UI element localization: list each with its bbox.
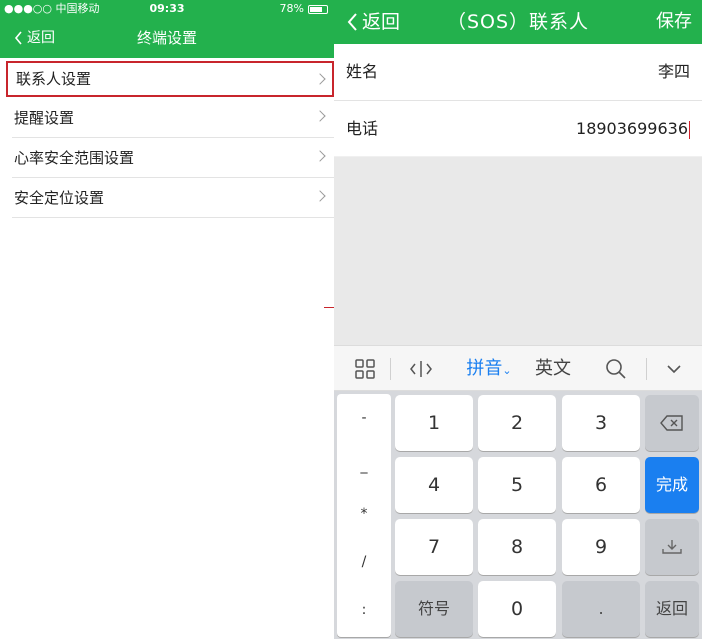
key-3[interactable]: 3 (562, 395, 640, 451)
battery-icon (308, 4, 328, 14)
key-6[interactable]: 6 (562, 457, 640, 513)
phone-label: 电话 (346, 119, 379, 138)
symbol-switch-key[interactable]: 符号 (395, 581, 473, 637)
settings-menu: 联系人设置 提醒设置 心率安全范围设置 安全定位设置 (0, 58, 334, 218)
contact-form: 姓名 李四 电话 18903699636 (334, 44, 702, 156)
pinyin-tab[interactable]: 拼音⌄ (458, 346, 520, 392)
symbol-key[interactable]: _ (337, 442, 391, 490)
key-5[interactable]: 5 (478, 457, 556, 513)
key-1[interactable]: 1 (395, 395, 473, 451)
menu-item-reminder[interactable]: 提醒设置 (12, 98, 334, 138)
battery-percent: 78% (279, 2, 304, 15)
right-screen: 返回 （SOS）联系人 保存 姓名 李四 电话 18903699636 拼音⌄ … (334, 0, 702, 639)
menu-item-contacts[interactable]: 联系人设置 (6, 61, 334, 97)
collapse-keyboard-icon[interactable] (660, 346, 688, 392)
phone-row[interactable]: 电话 18903699636 (334, 100, 702, 156)
grid-icon[interactable] (348, 346, 382, 392)
nav-bar: 返回 终端设置 (0, 18, 334, 58)
symbol-column: - _ * / : (337, 394, 391, 637)
menu-item-label: 安全定位设置 (14, 189, 105, 207)
key-8[interactable]: 8 (478, 519, 556, 575)
backspace-icon (660, 415, 683, 431)
name-row[interactable]: 姓名 李四 (334, 44, 702, 100)
toolbar-divider (646, 358, 647, 380)
save-button[interactable]: 保存 (656, 0, 692, 44)
enter-icon (662, 540, 682, 554)
key-2[interactable]: 2 (478, 395, 556, 451)
toolbar-divider (390, 358, 391, 380)
symbol-key[interactable]: - (337, 394, 391, 442)
key-0[interactable]: 0 (478, 581, 556, 637)
name-label: 姓名 (346, 62, 379, 81)
symbol-key[interactable]: : (337, 586, 391, 634)
left-screen: ●●●○○ 中国移动 09:33 78% 返回 终端设置 联系人设置 提醒设置 … (0, 0, 334, 639)
dot-key[interactable]: . (562, 581, 640, 637)
menu-item-label: 心率安全范围设置 (14, 149, 135, 167)
chevron-right-icon (314, 110, 326, 122)
return-key[interactable]: 返回 (645, 581, 699, 637)
name-field[interactable]: 李四 (658, 44, 690, 100)
done-key[interactable]: 完成 (645, 457, 699, 513)
key-7[interactable]: 7 (395, 519, 473, 575)
key-4[interactable]: 4 (395, 457, 473, 513)
backspace-key[interactable] (645, 395, 699, 451)
chevron-right-icon (314, 190, 326, 202)
backdrop (334, 157, 702, 345)
keyboard-toolbar: 拼音⌄ 英文 (334, 345, 702, 391)
battery-fill (310, 6, 323, 12)
caret-down-icon: ⌄ (502, 364, 512, 377)
symbol-key[interactable]: / (337, 538, 391, 586)
menu-item-label: 提醒设置 (14, 109, 75, 127)
page-title: 终端设置 (136, 29, 197, 47)
symbol-key[interactable]: * (337, 490, 391, 538)
status-right: 78% (280, 0, 328, 18)
english-tab[interactable]: 英文 (528, 346, 578, 392)
text-cursor (689, 120, 690, 139)
search-icon[interactable] (600, 346, 632, 392)
menu-item-location[interactable]: 安全定位设置 (12, 178, 334, 218)
chevron-right-icon (314, 150, 326, 162)
numeric-keyboard: - _ * / : 1 2 3 4 5 6 完成 7 8 9 符号 0 . 返回 (334, 391, 702, 639)
chevron-right-icon (314, 73, 326, 85)
status-bar: ●●●○○ 中国移动 09:33 78% (0, 0, 334, 18)
phone-field[interactable]: 18903699636 (576, 101, 690, 157)
phone-value: 18903699636 (576, 119, 688, 138)
annotation-line (324, 307, 334, 308)
header-bar: 返回 （SOS）联系人 保存 (334, 0, 702, 44)
pinyin-label: 拼音 (466, 358, 503, 379)
page-title: （SOS）联系人 (446, 11, 590, 33)
cursor-move-icon[interactable] (404, 346, 438, 392)
enter-key[interactable] (645, 519, 699, 575)
key-9[interactable]: 9 (562, 519, 640, 575)
menu-item-label: 联系人设置 (16, 70, 92, 88)
menu-item-heart-rate[interactable]: 心率安全范围设置 (12, 138, 334, 178)
